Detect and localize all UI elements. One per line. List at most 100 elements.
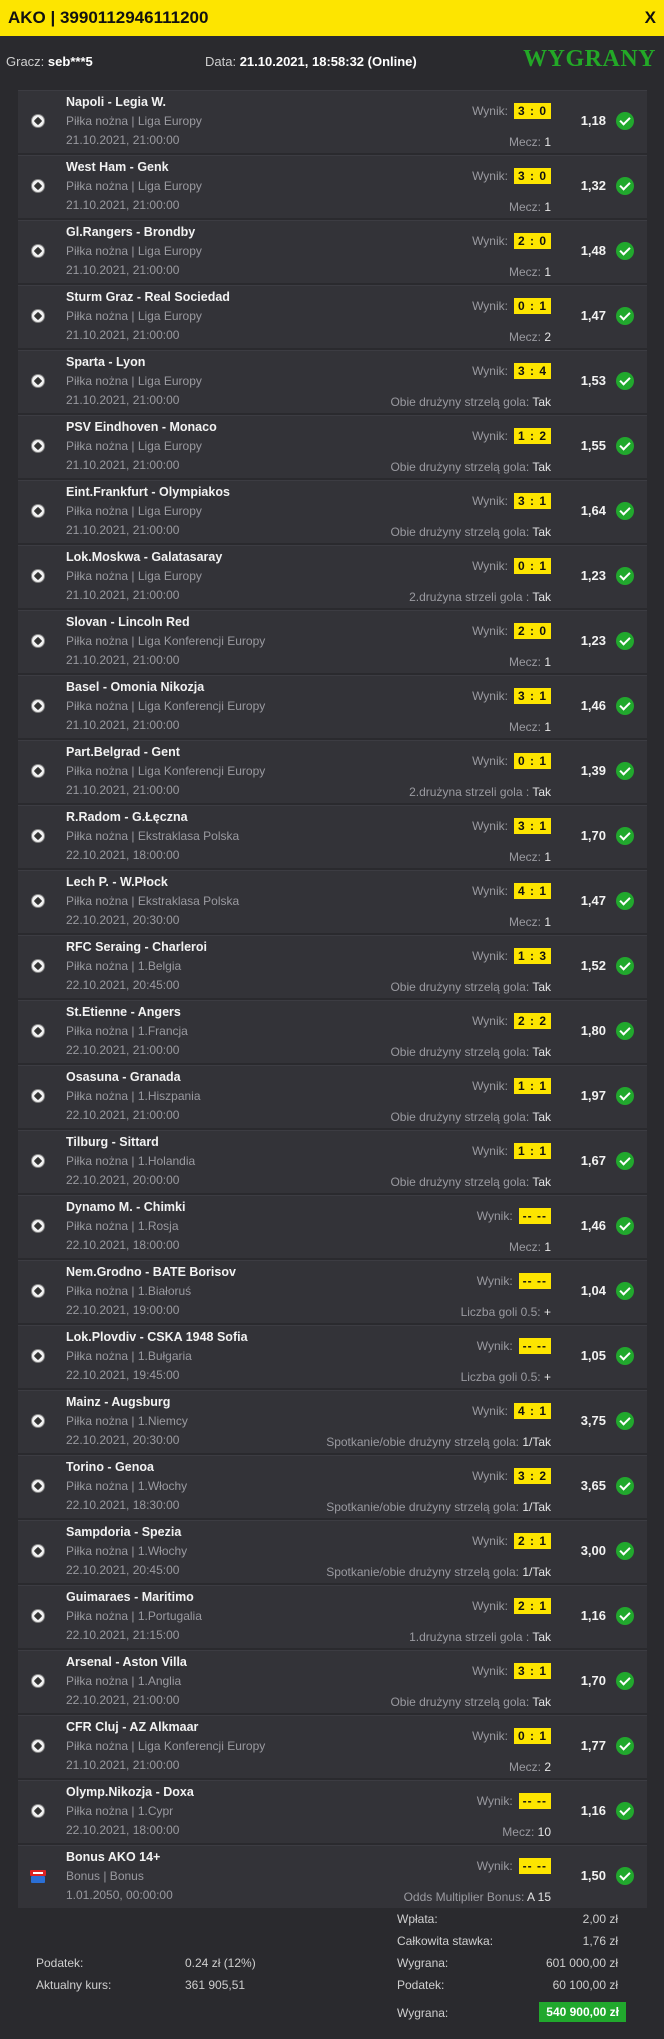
result-label: Wynik: [472, 1144, 508, 1158]
gross-win-value: 601 000,00 zł [545, 1956, 618, 1970]
match-time: 1.01.2050, 00:00:00 [66, 1888, 173, 1902]
event-row[interactable]: Lok.Moskwa - Galatasaray Piłka nożna | Li… [18, 545, 647, 608]
match-time: 21.10.2021, 21:00:00 [66, 783, 180, 797]
match-time: 21.10.2021, 21:00:00 [66, 263, 180, 277]
football-icon [31, 1414, 45, 1428]
bet-value: 1 [544, 720, 551, 734]
result: Wynik: 1 : 3 [472, 948, 551, 964]
event-row[interactable]: Sturm Graz - Real Sociedad Piłka nożna | … [18, 285, 647, 348]
result: Wynik: 3 : 1 [472, 688, 551, 704]
result: Wynik: 0 : 1 [472, 1728, 551, 1744]
check-icon [616, 1672, 634, 1690]
match-name: West Ham - Genk [66, 160, 169, 174]
bet-label: Obie drużyny strzelą gola: [390, 1045, 530, 1059]
bet-label: Obie drużyny strzelą gola: [390, 980, 530, 994]
match-time: 21.10.2021, 21:00:00 [66, 523, 180, 537]
match-name: Eint.Frankfurt - Olympiakos [66, 485, 230, 499]
match-name: Lok.Moskwa - Galatasaray [66, 550, 223, 564]
result: Wynik: 3 : 0 [472, 103, 551, 119]
check-icon [616, 112, 634, 130]
event-row[interactable]: Part.Belgrad - Gent Piłka nożna | Liga Ko… [18, 740, 647, 803]
event-row[interactable]: Dynamo M. - Chimki Piłka nożna | 1.Rosja 2… [18, 1195, 647, 1258]
event-row[interactable]: Arsenal - Aston Villa Piłka nożna | 1.Ang… [18, 1650, 647, 1713]
result-label: Wynik: [472, 884, 508, 898]
result: Wynik: 2 : 1 [472, 1533, 551, 1549]
result-label: Wynik: [472, 1469, 508, 1483]
league-name: Piłka nożna | 1.Bułgaria [66, 1349, 192, 1363]
bet-type: Mecz: 10 [502, 1825, 551, 1839]
bet-value: + [543, 1370, 551, 1384]
event-row[interactable]: Napoli - Legia W. Piłka nożna | Liga Euro… [18, 90, 647, 153]
bet-label: Obie drużyny strzelą gola: [390, 1175, 530, 1189]
score-badge: 2 : 1 [513, 1533, 551, 1549]
event-row[interactable]: Torino - Genoa Piłka nożna | 1.Włochy 22.1… [18, 1455, 647, 1518]
event-row[interactable]: Slovan - Lincoln Red Piłka nożna | Liga K… [18, 610, 647, 673]
bet-label: Mecz: [508, 265, 541, 279]
bet-type: Mecz: 1 [509, 720, 551, 734]
close-button[interactable]: X [645, 8, 656, 28]
league-name: Piłka nożna | 1.Belgia [66, 959, 182, 973]
event-row[interactable]: Basel - Omonia Nikozja Piłka nożna | Liga… [18, 675, 647, 738]
league-name: Piłka nożna | 1.Hiszpania [66, 1089, 201, 1103]
bet-label: Liczba goli 0.5: [460, 1370, 541, 1384]
match-time: 22.10.2021, 19:00:00 [66, 1303, 180, 1317]
odds-value: 1,16 [580, 1803, 606, 1818]
bet-type: Mecz: 1 [509, 915, 551, 929]
event-row[interactable]: RFC Seraing - Charleroi Piłka nożna | 1.B… [18, 935, 647, 998]
event-row[interactable]: Lok.Plovdiv - CSKA 1948 Sofia Piłka nożna… [18, 1325, 647, 1388]
match-name: Guimaraes - Maritimo [66, 1590, 194, 1604]
event-row[interactable]: Mainz - Augsburg Piłka nożna | 1.Niemcy 22… [18, 1390, 647, 1453]
check-icon [616, 372, 634, 390]
event-row[interactable]: Lech P. - W.Płock Piłka nożna | Ekstrakla… [18, 870, 647, 933]
bet-value: 1 [544, 135, 551, 149]
tax-value: 0.24 zł (12%) [185, 1956, 256, 1970]
odds-value: 1,47 [580, 308, 606, 323]
match-time: 22.10.2021, 18:00:00 [66, 1238, 180, 1252]
bet-type: 2.drużyna strzeli gola : Tak [409, 785, 551, 799]
score-badge: 0 : 1 [513, 558, 551, 574]
match-name: RFC Seraing - Charleroi [66, 940, 207, 954]
event-row[interactable]: CFR Cluj - AZ Alkmaar Piłka nożna | Liga … [18, 1715, 647, 1778]
bet-label: Obie drużyny strzelą gola: [390, 460, 530, 474]
result: Wynik: -- -- [477, 1858, 551, 1874]
bet-value: Tak [532, 590, 551, 604]
event-row[interactable]: Osasuna - Granada Piłka nożna | 1.Hiszpan… [18, 1065, 647, 1128]
bet-type: Mecz: 1 [509, 850, 551, 864]
bet-type: Mecz: 2 [509, 1760, 551, 1774]
check-icon [616, 1867, 634, 1885]
odds-value: 1,97 [580, 1088, 606, 1103]
check-icon [616, 697, 634, 715]
result-label: Wynik: [472, 429, 508, 443]
football-icon [31, 1544, 45, 1558]
odds-value: 1,39 [580, 763, 606, 778]
bet-type: Mecz: 1 [509, 265, 551, 279]
event-row[interactable]: West Ham - Genk Piłka nożna | Liga Europy… [18, 155, 647, 218]
league-name: Piłka nożna | 1.Włochy [66, 1544, 188, 1558]
football-icon [31, 309, 45, 323]
score-badge: 0 : 1 [513, 1728, 551, 1744]
event-row[interactable]: Bonus AKO 14+ Bonus | Bonus 1.01.2050, 00:… [18, 1845, 647, 1908]
result: Wynik: 2 : 2 [472, 1013, 551, 1029]
event-row[interactable]: Gl.Rangers - Brondby Piłka nożna | Liga E… [18, 220, 647, 283]
check-icon [616, 1737, 634, 1755]
bet-value: 2 [544, 330, 551, 344]
event-row[interactable]: Tilburg - Sittard Piłka nożna | 1.Holandi… [18, 1130, 647, 1193]
bet-type: Mecz: 1 [509, 1240, 551, 1254]
league-name: Bonus | Bonus [66, 1869, 144, 1883]
event-row[interactable]: Guimaraes - Maritimo Piłka nożna | 1.Port… [18, 1585, 647, 1648]
event-row[interactable]: PSV Eindhoven - Monaco Piłka nożna | Liga… [18, 415, 647, 478]
player-label: Gracz: [6, 54, 45, 69]
match-name: Lech P. - W.Płock [66, 875, 168, 889]
event-row[interactable]: R.Radom - G.Łęczna Piłka nożna | Ekstrakl… [18, 805, 647, 868]
event-row[interactable]: Olymp.Nikozja - Doxa Piłka nożna | 1.Cypr… [18, 1780, 647, 1843]
score-badge: -- -- [518, 1338, 551, 1354]
event-row[interactable]: Sampdoria - Spezia Piłka nożna | 1.Włochy… [18, 1520, 647, 1583]
event-row[interactable]: Nem.Grodno - BATE Borisov Piłka nożna | 1… [18, 1260, 647, 1323]
event-row[interactable]: Sparta - Lyon Piłka nożna | Liga Europy 21… [18, 350, 647, 413]
event-row[interactable]: Eint.Frankfurt - Olympiakos Piłka nożna |… [18, 480, 647, 543]
league-name: Piłka nożna | 1.Rosja [66, 1219, 179, 1233]
result-label: Wynik: [476, 1859, 513, 1873]
odds-value: 3,00 [580, 1543, 606, 1558]
event-row[interactable]: St.Etienne - Angers Piłka nożna | 1.Franc… [18, 1000, 647, 1063]
odds-value: 1,04 [580, 1283, 606, 1298]
